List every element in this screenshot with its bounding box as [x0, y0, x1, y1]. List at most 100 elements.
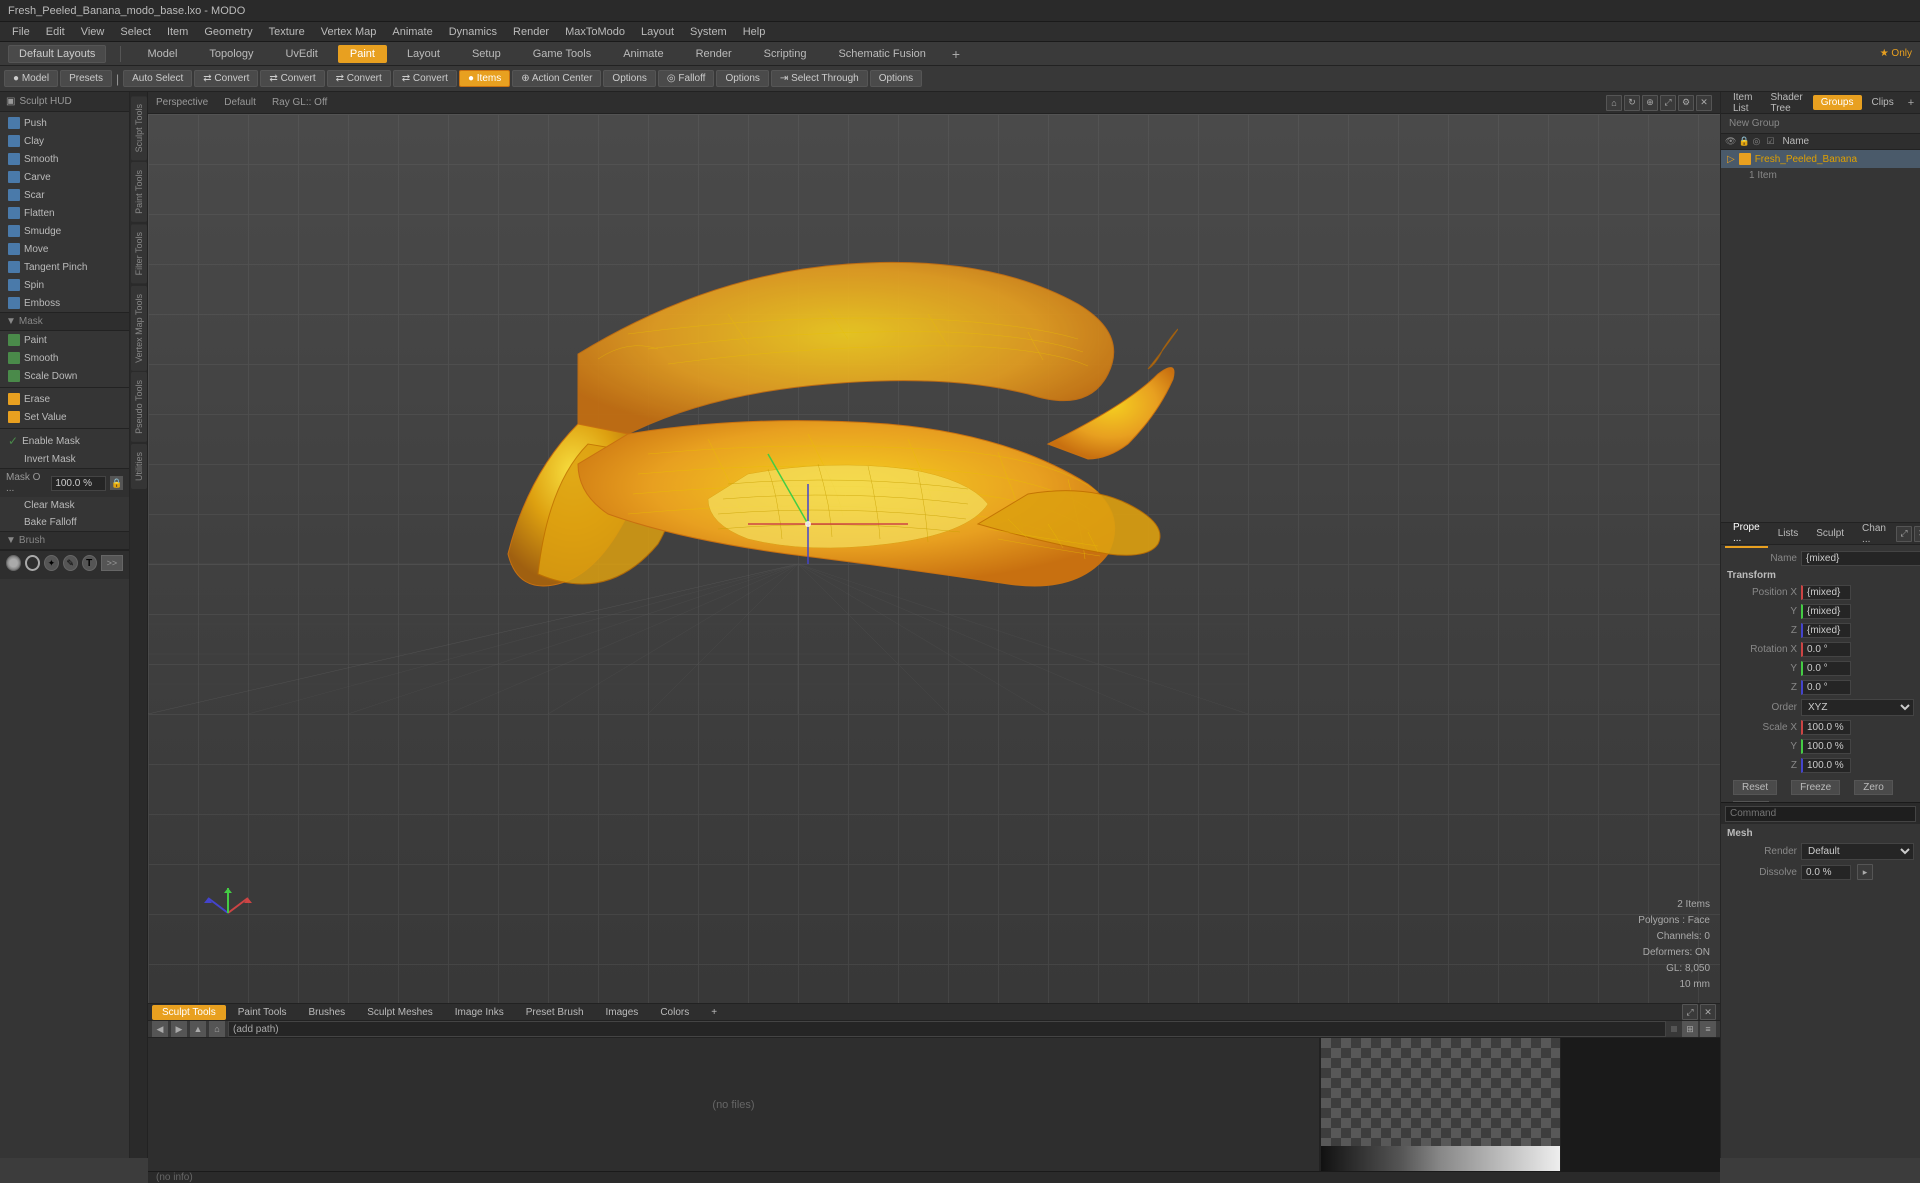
bottom-close-btn[interactable]: ✕ [1700, 1004, 1716, 1020]
mask-lock-btn[interactable]: 🔒 [110, 476, 123, 490]
bottom-view-list-btn[interactable]: ≡ [1700, 1021, 1716, 1037]
bottom-nav-fwd-btn[interactable]: ▶ [171, 1021, 187, 1037]
scale-y-input[interactable] [1801, 739, 1851, 754]
tool-scar[interactable]: Scar [0, 186, 129, 204]
items-btn[interactable]: ● Items [459, 70, 510, 87]
tool-spin[interactable]: Spin [0, 276, 129, 294]
viewport-close-btn[interactable]: ✕ [1696, 95, 1712, 111]
clear-mask-btn[interactable]: Clear Mask [0, 497, 129, 514]
bottom-tab-image-inks[interactable]: Image Inks [445, 1005, 514, 1020]
props-tab-properties[interactable]: Prope ... [1725, 520, 1768, 548]
menu-render[interactable]: Render [505, 24, 557, 40]
tool-flatten[interactable]: Flatten [0, 204, 129, 222]
rotation-z-input[interactable] [1801, 680, 1851, 695]
brush-circle-btn[interactable] [25, 555, 40, 571]
item-row-banana[interactable]: ▷ Fresh_Peeled_Banana [1721, 150, 1920, 168]
brush-circle-solid-btn[interactable] [6, 555, 21, 571]
menu-dynamics[interactable]: Dynamics [441, 24, 505, 40]
menu-view[interactable]: View [73, 24, 113, 40]
bottom-expand-btn[interactable]: ⤢ [1682, 1004, 1698, 1020]
model-btn[interactable]: ● Model [4, 70, 58, 87]
menu-select[interactable]: Select [112, 24, 159, 40]
presets-btn[interactable]: Presets [60, 70, 112, 87]
props-tab-channels[interactable]: Chan ... [1854, 521, 1894, 547]
side-tab-vertex-map-tools[interactable]: Vertex Map Tools [131, 286, 147, 371]
render-select[interactable]: Default [1801, 843, 1914, 860]
freeze-btn[interactable]: Freeze [1791, 780, 1840, 795]
position-y-input[interactable] [1801, 604, 1851, 619]
bottom-tab-sculpt-tools[interactable]: Sculpt Tools [152, 1005, 226, 1020]
falloff-btn[interactable]: ◎ Falloff [658, 70, 715, 87]
right-tab-groups[interactable]: Groups [1813, 95, 1862, 110]
bake-falloff-btn[interactable]: Bake Falloff [0, 514, 129, 531]
menu-item[interactable]: Item [159, 24, 196, 40]
tool-tangent-pinch[interactable]: Tangent Pinch [0, 258, 129, 276]
bottom-nav-home-btn[interactable]: ⌂ [209, 1021, 225, 1037]
viewport-sync-btn[interactable]: ↻ [1624, 95, 1640, 111]
menu-edit[interactable]: Edit [38, 24, 73, 40]
right-tab-item-list[interactable]: Item List [1725, 90, 1760, 116]
auto-select-btn[interactable]: Auto Select [123, 70, 192, 87]
props-expand-btn[interactable]: ⤢ [1896, 526, 1912, 542]
tab-render[interactable]: Render [684, 45, 744, 63]
bottom-tab-add[interactable]: + [701, 1005, 727, 1020]
select-through-btn[interactable]: ⇥ Select Through [771, 70, 868, 87]
tab-setup[interactable]: Setup [460, 45, 513, 63]
bottom-tab-brushes[interactable]: Brushes [299, 1005, 356, 1020]
tool-mask-paint[interactable]: Paint [0, 331, 129, 349]
tool-set-value[interactable]: Set Value [0, 408, 129, 426]
enable-mask-toggle[interactable]: ✓ Enable Mask [0, 431, 129, 451]
mask-opacity-input[interactable] [51, 476, 106, 491]
side-tab-pseudo-tools[interactable]: Pseudo Tools [131, 372, 147, 442]
path-input[interactable] [228, 1021, 1666, 1037]
options-btn-2[interactable]: Options [716, 70, 768, 87]
tool-emboss[interactable]: Emboss [0, 294, 129, 312]
order-select[interactable]: XYZ [1801, 699, 1914, 716]
position-z-input[interactable] [1801, 623, 1851, 638]
viewport-canvas[interactable]: 2 Items Polygons : Face Channels: 0 Defo… [148, 114, 1720, 1003]
tool-erase[interactable]: Erase [0, 390, 129, 408]
action-center-btn[interactable]: ⊕ Action Center [512, 70, 601, 87]
viewport-settings-btn[interactable]: ⚙ [1678, 95, 1694, 111]
tool-push[interactable]: Push [0, 114, 129, 132]
dissolve-input[interactable] [1801, 865, 1851, 880]
tab-paint[interactable]: Paint [338, 45, 387, 63]
position-x-input[interactable] [1801, 585, 1851, 600]
tool-scale-down[interactable]: Scale Down [0, 367, 129, 385]
tab-animate[interactable]: Animate [611, 45, 675, 63]
menu-file[interactable]: File [4, 24, 38, 40]
tab-layout[interactable]: Layout [395, 45, 452, 63]
menu-help[interactable]: Help [735, 24, 774, 40]
dissolve-expand-btn[interactable]: ▸ [1857, 864, 1873, 880]
menu-maxtomodo[interactable]: MaxToModo [557, 24, 633, 40]
bottom-tab-paint-tools[interactable]: Paint Tools [228, 1005, 297, 1020]
props-tab-lists[interactable]: Lists [1770, 526, 1807, 541]
side-tab-utilities[interactable]: Utilities [131, 444, 147, 489]
invert-mask-btn[interactable]: Invert Mask [0, 451, 129, 468]
convert-btn-3[interactable]: ⇄ Convert [327, 70, 391, 87]
options-btn-3[interactable]: Options [870, 70, 922, 87]
tab-scripting[interactable]: Scripting [752, 45, 819, 63]
tool-clay[interactable]: Clay [0, 132, 129, 150]
tool-mask-smooth[interactable]: Smooth [0, 349, 129, 367]
viewport-home-btn[interactable]: ⌂ [1606, 95, 1622, 111]
command-input[interactable] [1725, 806, 1916, 822]
convert-btn-2[interactable]: ⇄ Convert [260, 70, 324, 87]
reset-btn[interactable]: Reset [1733, 780, 1777, 795]
props-close-btn[interactable]: ✕ [1914, 526, 1920, 542]
rotation-y-input[interactable] [1801, 661, 1851, 676]
right-tab-shader-tree[interactable]: Shader Tree [1762, 90, 1810, 116]
tool-carve[interactable]: Carve [0, 168, 129, 186]
viewport-zoom-btn[interactable]: ⊕ [1642, 95, 1658, 111]
bottom-nav-back-btn[interactable]: ◀ [152, 1021, 168, 1037]
brush-text-btn[interactable]: T [82, 555, 97, 571]
right-tab-add[interactable]: + [1904, 97, 1918, 109]
scale-z-input[interactable] [1801, 758, 1851, 773]
menu-layout[interactable]: Layout [633, 24, 682, 40]
tab-model[interactable]: Model [135, 45, 189, 63]
default-layouts-btn[interactable]: Default Layouts [8, 45, 106, 63]
scale-x-input[interactable] [1801, 720, 1851, 735]
add-layout-tab[interactable]: + [946, 46, 966, 62]
tool-smooth[interactable]: Smooth [0, 150, 129, 168]
convert-btn-1[interactable]: ⇄ Convert [194, 70, 258, 87]
